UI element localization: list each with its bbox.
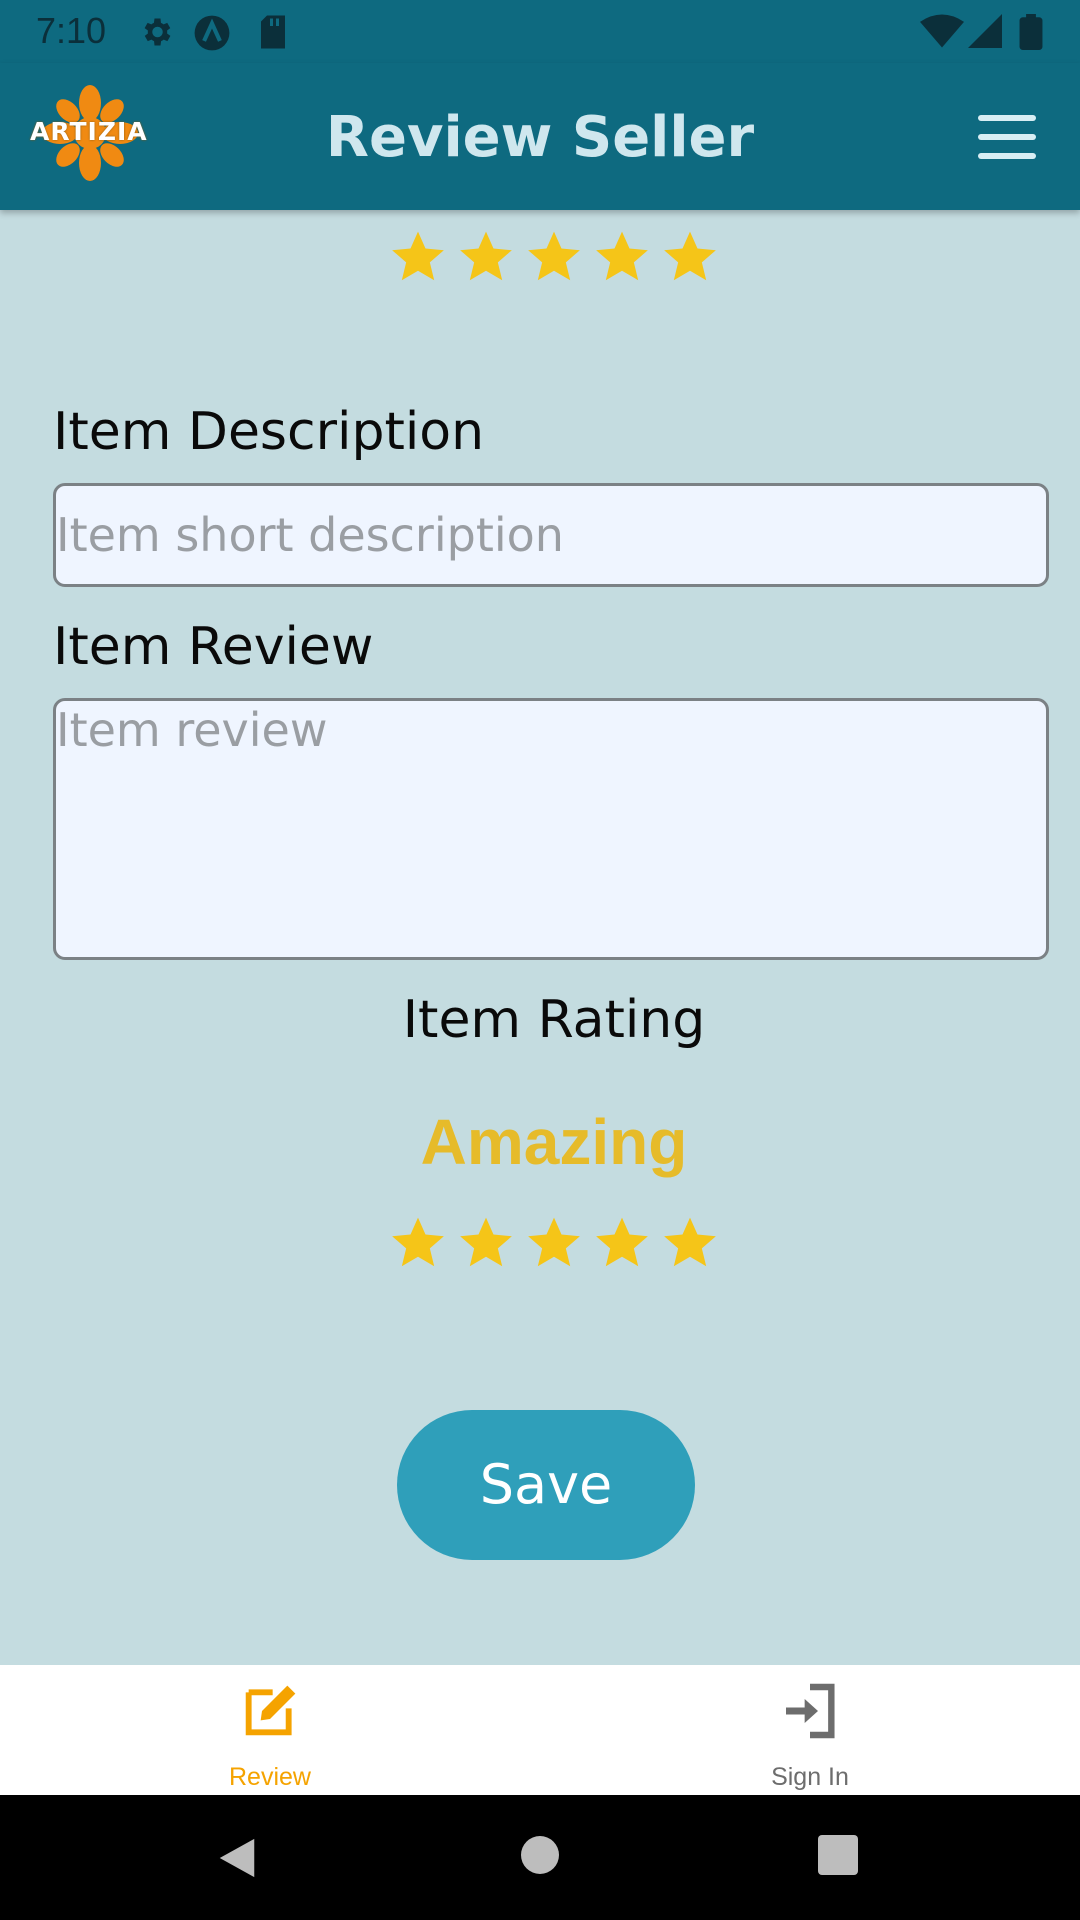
nav-item-review[interactable]: Review: [0, 1665, 540, 1795]
star-icon[interactable]: [661, 228, 719, 286]
page-title: Review Seller: [325, 105, 755, 170]
item-review-placeholder: Item review: [56, 703, 328, 757]
item-description-label: Item Description: [53, 402, 485, 462]
top-star-rating: [0, 228, 1080, 286]
status-bar: 7:10: [0, 0, 1080, 63]
item-rating-label: Item Rating: [402, 990, 706, 1050]
star-icon[interactable]: [457, 1214, 515, 1272]
status-time: 7:10: [36, 10, 107, 51]
recents-icon[interactable]: [818, 1835, 858, 1875]
star-icon[interactable]: [389, 1214, 447, 1272]
nav-item-sign-in[interactable]: Sign In: [540, 1665, 1080, 1795]
app-a-icon: [194, 15, 230, 51]
rating-word: Amazing: [420, 1106, 688, 1178]
nav-label-sign-in: Sign In: [771, 1763, 849, 1791]
item-star-rating: [0, 1214, 1080, 1272]
star-icon[interactable]: [525, 228, 583, 286]
edit-icon: [245, 1685, 296, 1736]
save-button[interactable]: Save: [397, 1410, 695, 1560]
signal-icon: [968, 14, 1002, 48]
bottom-nav: Review Sign In: [0, 1665, 1080, 1795]
item-description-placeholder: Item short description: [56, 508, 564, 562]
star-icon[interactable]: [593, 228, 651, 286]
battery-icon: [1019, 14, 1043, 50]
hamburger-menu-icon: [978, 115, 1036, 121]
back-icon[interactable]: [215, 1835, 259, 1881]
star-icon[interactable]: [525, 1214, 583, 1272]
home-icon[interactable]: [520, 1835, 560, 1875]
star-icon[interactable]: [593, 1214, 651, 1272]
star-icon[interactable]: [457, 228, 515, 286]
app-bar: ARTIZIA Review Seller: [0, 63, 1080, 210]
settings-icon: [144, 18, 171, 46]
nav-label-review: Review: [229, 1763, 311, 1791]
item-review-label: Item Review: [53, 617, 374, 677]
sign-in-icon: [786, 1683, 835, 1739]
item-review-textarea[interactable]: Item review: [53, 698, 1049, 960]
system-nav-bar: [0, 1795, 1080, 1920]
star-icon[interactable]: [389, 228, 447, 286]
wifi-icon: [920, 14, 964, 48]
star-icon[interactable]: [661, 1214, 719, 1272]
item-description-input[interactable]: Item short description: [53, 483, 1049, 587]
menu-button[interactable]: [978, 115, 1036, 159]
sd-card-icon: [261, 15, 285, 49]
